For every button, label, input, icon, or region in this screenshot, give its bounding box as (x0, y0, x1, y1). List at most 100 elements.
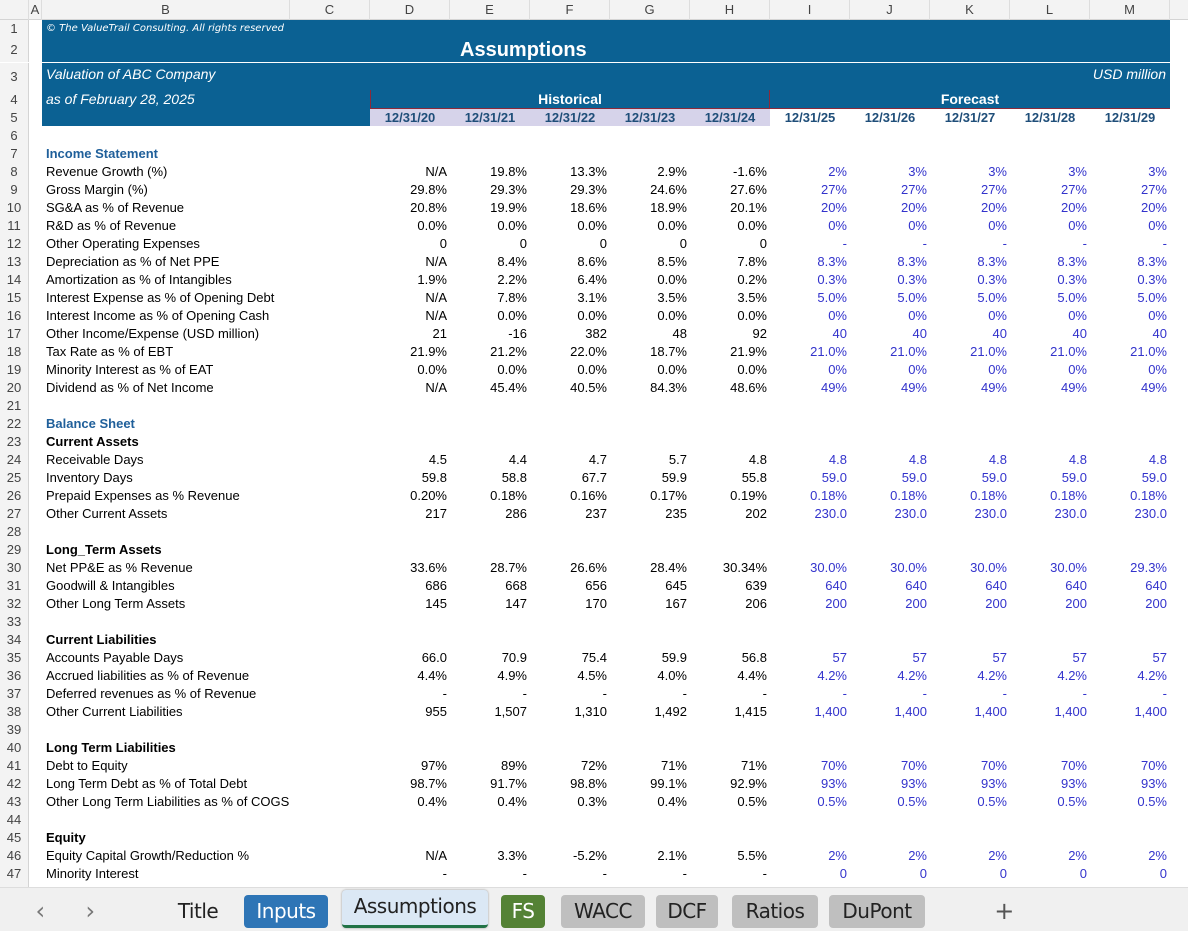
historical-value[interactable]: 8.6% (530, 253, 610, 271)
historical-value[interactable]: 98.7% (370, 775, 450, 793)
forecast-input[interactable]: 4.2% (1090, 667, 1170, 685)
row-label[interactable]: Amortization as % of Intangibles (42, 271, 290, 289)
cell-a[interactable] (29, 343, 42, 361)
forecast-input[interactable]: 0.5% (930, 793, 1010, 811)
historical-value[interactable]: 5.5% (690, 847, 770, 865)
column-header-A[interactable]: A (29, 0, 42, 20)
cell-a[interactable] (29, 379, 42, 397)
forecast-input[interactable]: 4.8 (850, 451, 930, 469)
row-label[interactable]: Interest Income as % of Opening Cash (42, 307, 290, 325)
forecast-input[interactable]: 49% (770, 379, 850, 397)
row-label[interactable]: R&D as % of Revenue (42, 217, 290, 235)
row-number[interactable]: 35 (0, 649, 29, 667)
forecast-input[interactable]: 70% (1090, 757, 1170, 775)
forecast-input[interactable]: 0.18% (930, 487, 1010, 505)
forecast-input[interactable]: 20% (930, 199, 1010, 217)
forecast-input[interactable]: 0.18% (770, 487, 850, 505)
cell-c[interactable] (290, 847, 370, 865)
historical-value[interactable]: 30.34% (690, 559, 770, 577)
cell-c[interactable] (290, 163, 370, 181)
forecast-input[interactable]: 57 (850, 649, 930, 667)
row-number[interactable]: 9 (0, 181, 29, 199)
forecast-input[interactable]: 59.0 (850, 469, 930, 487)
forecast-input[interactable]: 640 (850, 577, 930, 595)
row-number[interactable]: 19 (0, 361, 29, 379)
row-label[interactable]: Other Long Term Assets (42, 595, 290, 613)
historical-value[interactable]: 40.5% (530, 379, 610, 397)
row-label[interactable]: Other Operating Expenses (42, 235, 290, 253)
forecast-input[interactable]: 20% (1090, 199, 1170, 217)
next-sheet-button[interactable]: › (78, 895, 102, 928)
historical-value[interactable]: 639 (690, 577, 770, 595)
cell-c[interactable] (290, 469, 370, 487)
cell-a[interactable] (29, 307, 42, 325)
historical-value[interactable]: 0.2% (690, 271, 770, 289)
forecast-input[interactable]: 2% (1090, 847, 1170, 865)
row-number[interactable]: 18 (0, 343, 29, 361)
row-label[interactable]: Receivable Days (42, 451, 290, 469)
row-label[interactable]: Debt to Equity (42, 757, 290, 775)
forecast-input[interactable]: 21.0% (1090, 343, 1170, 361)
cell-a[interactable] (29, 63, 42, 90)
forecast-input[interactable]: 27% (850, 181, 930, 199)
forecast-input[interactable]: 59.0 (1090, 469, 1170, 487)
historical-value[interactable]: 0.0% (450, 307, 530, 325)
historical-value[interactable]: 33.6% (370, 559, 450, 577)
historical-value[interactable]: 170 (530, 595, 610, 613)
forecast-input[interactable]: 57 (930, 649, 1010, 667)
historical-value[interactable]: 70.9 (450, 649, 530, 667)
historical-value[interactable]: - (610, 865, 690, 883)
row-number[interactable]: 38 (0, 703, 29, 721)
historical-value[interactable]: 92.9% (690, 775, 770, 793)
cell-c[interactable] (290, 739, 370, 757)
forecast-input[interactable]: 0% (770, 217, 850, 235)
row-number[interactable]: 27 (0, 505, 29, 523)
cell-a[interactable] (29, 559, 42, 577)
historical-value[interactable]: 28.7% (450, 559, 530, 577)
forecast-input[interactable]: 27% (770, 181, 850, 199)
forecast-input[interactable]: 49% (850, 379, 930, 397)
historical-value[interactable]: 59.8 (370, 469, 450, 487)
forecast-input[interactable]: 0% (770, 361, 850, 379)
sheet-tab-fs[interactable]: FS (501, 895, 545, 928)
forecast-input[interactable]: 8.3% (1090, 253, 1170, 271)
forecast-input[interactable]: 4.8 (1090, 451, 1170, 469)
row-label[interactable]: Dividend as % of Net Income (42, 379, 290, 397)
historical-value[interactable]: 20.8% (370, 199, 450, 217)
cell-a[interactable] (29, 451, 42, 469)
historical-value[interactable]: 26.6% (530, 559, 610, 577)
sheet-tab-assumptions[interactable]: Assumptions (342, 890, 488, 928)
historical-value[interactable]: - (370, 865, 450, 883)
cell-a[interactable] (29, 631, 42, 649)
historical-value[interactable]: 0.0% (370, 217, 450, 235)
cell-c[interactable] (290, 811, 370, 829)
row-label[interactable]: Net PP&E as % Revenue (42, 559, 290, 577)
cell-a[interactable] (29, 595, 42, 613)
historical-value[interactable]: 21.9% (690, 343, 770, 361)
row-number[interactable]: 31 (0, 577, 29, 595)
column-header-I[interactable]: I (770, 0, 850, 20)
row-number[interactable]: 34 (0, 631, 29, 649)
historical-value[interactable]: 89% (450, 757, 530, 775)
historical-value[interactable]: 58.8 (450, 469, 530, 487)
row-number[interactable]: 25 (0, 469, 29, 487)
prev-sheet-button[interactable]: ‹ (28, 895, 52, 928)
historical-value[interactable]: 7.8% (690, 253, 770, 271)
forecast-input[interactable]: 27% (930, 181, 1010, 199)
historical-value[interactable]: 217 (370, 505, 450, 523)
sheet-tab-title[interactable]: Title (168, 895, 228, 928)
historical-value[interactable]: 59.9 (610, 649, 690, 667)
historical-value[interactable]: 0.0% (690, 307, 770, 325)
historical-value[interactable]: N/A (370, 307, 450, 325)
forecast-input[interactable]: 70% (930, 757, 1010, 775)
historical-value[interactable]: 656 (530, 577, 610, 595)
forecast-input[interactable]: 2% (930, 847, 1010, 865)
forecast-input[interactable]: 4.2% (930, 667, 1010, 685)
historical-value[interactable]: 0.3% (530, 793, 610, 811)
forecast-input[interactable]: 49% (1010, 379, 1090, 397)
forecast-input[interactable]: 0 (1010, 865, 1090, 883)
cell-c[interactable] (290, 361, 370, 379)
row-number[interactable]: 45 (0, 829, 29, 847)
forecast-input[interactable]: 30.0% (770, 559, 850, 577)
cell-a[interactable] (29, 90, 42, 109)
